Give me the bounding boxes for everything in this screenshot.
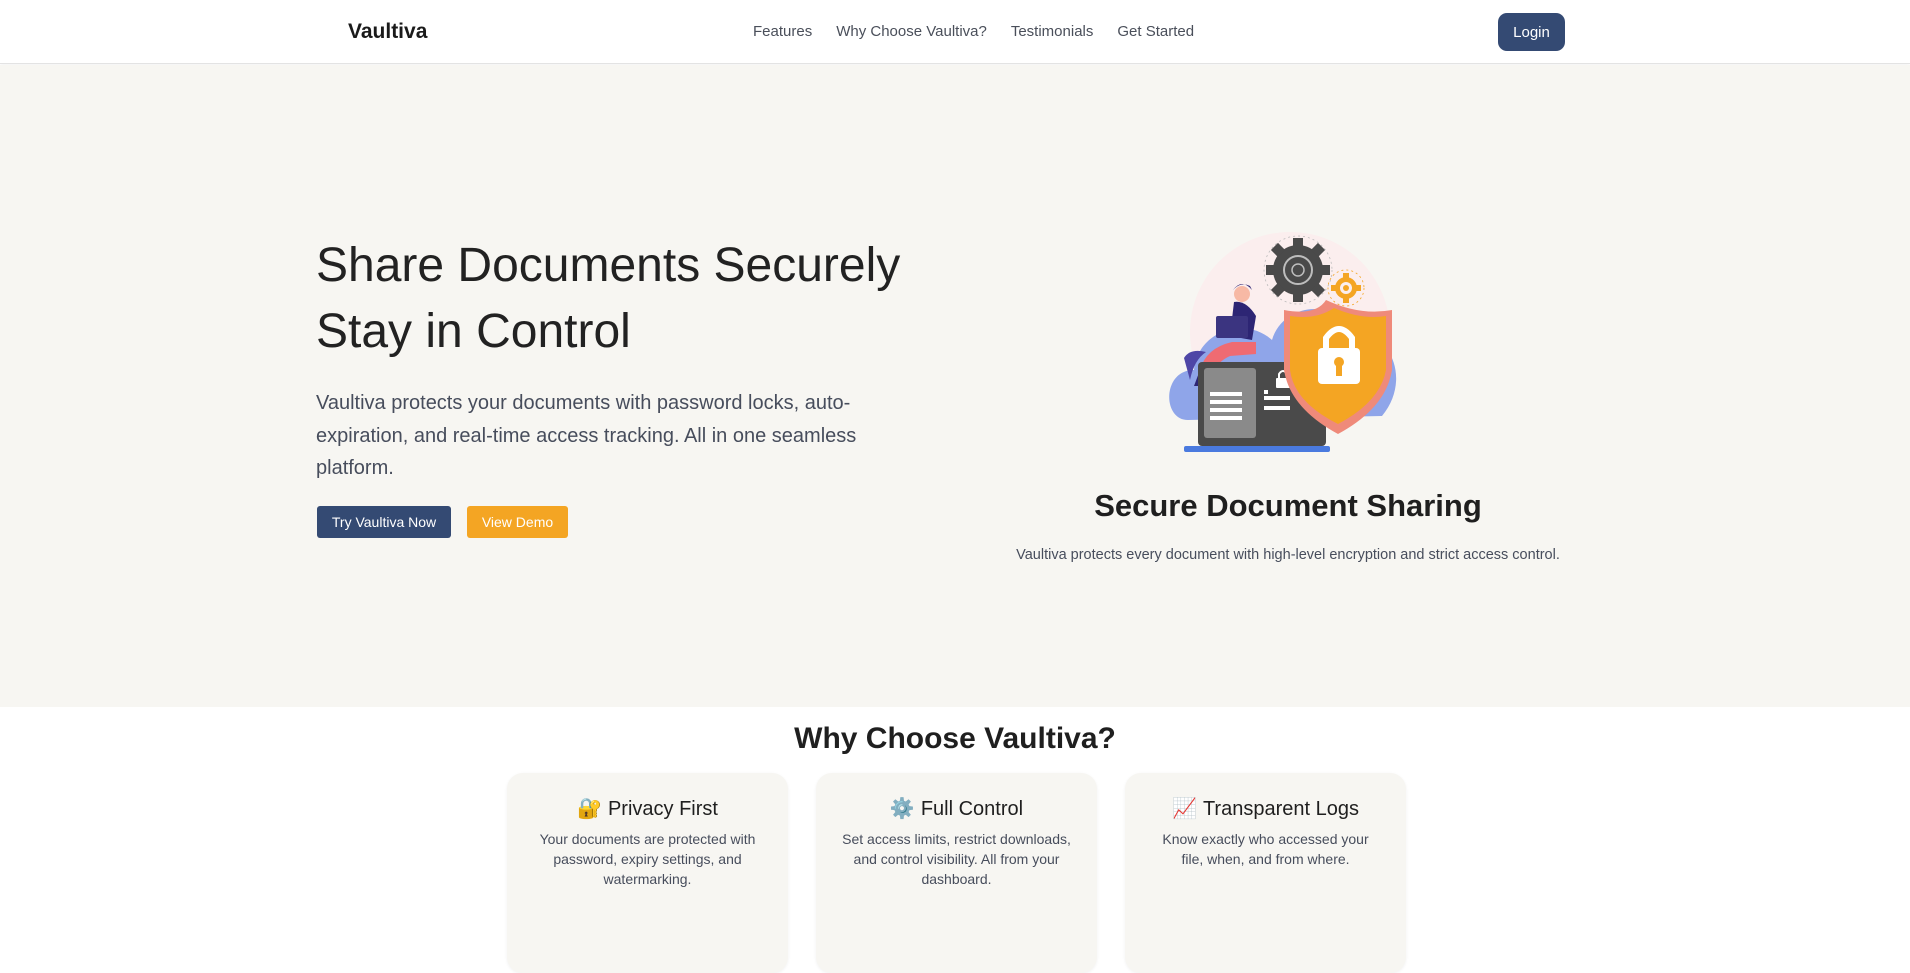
- gear-icon: ⚙️: [889, 798, 915, 820]
- feature-card-text: Your documents are protected with passwo…: [539, 831, 756, 887]
- feature-card-title-text: Full Control: [920, 798, 1024, 820]
- feature-card-title: 📈 Transparent Logs: [1125, 796, 1406, 821]
- lock-with-key-icon: 🔐: [577, 798, 602, 820]
- feature-card-control: ⚙️ Full Control Set access limits, restri…: [816, 773, 1097, 973]
- secure-cloud-illustration-icon: [1169, 232, 1397, 452]
- why-choose-title: Why Choose Vaultiva?: [794, 722, 1116, 755]
- feature-card-text: Set access limits, restrict downloads, a…: [842, 831, 1071, 887]
- hero-title-line-2: Stay in Control: [316, 305, 631, 358]
- brand-logo[interactable]: Vaultiva: [348, 20, 427, 44]
- hero-title-line-1: Share Documents Securely: [316, 239, 901, 292]
- view-demo-button[interactable]: View Demo: [467, 506, 568, 538]
- chart-increasing-icon: 📈: [1172, 798, 1197, 820]
- feature-card-title-text: Privacy First: [607, 798, 718, 820]
- navbar: Vaultiva Features Why Choose Vaultiva? T…: [0, 0, 1910, 64]
- feature-card-privacy: 🔐 Privacy First Your documents are protec…: [507, 773, 788, 973]
- nav-links: Features Why Choose Vaultiva? Testimonia…: [753, 23, 1194, 40]
- feature-card-text: Know exactly who accessed your file, whe…: [1162, 831, 1369, 867]
- feature-card-title-text: Transparent Logs: [1202, 798, 1359, 820]
- try-vaultiva-button[interactable]: Try Vaultiva Now: [317, 506, 451, 538]
- feature-card-title: ⚙️ Full Control: [816, 796, 1097, 821]
- showcase-title: Secure Document Sharing: [1094, 488, 1482, 523]
- hero-title: Share Documents Securely Stay in Control: [316, 233, 956, 365]
- hero-description: Vaultiva protects your documents with pa…: [316, 392, 857, 479]
- login-button[interactable]: Login: [1498, 13, 1565, 51]
- nav-link-features[interactable]: Features: [753, 23, 812, 40]
- feature-card-title: 🔐 Privacy First: [507, 796, 788, 821]
- nav-link-testimonials[interactable]: Testimonials: [1011, 23, 1094, 40]
- showcase-text: Vaultiva protects every document with hi…: [1016, 547, 1560, 563]
- nav-link-why-choose[interactable]: Why Choose Vaultiva?: [836, 23, 987, 40]
- feature-card-logs: 📈 Transparent Logs Know exactly who acces…: [1125, 773, 1406, 973]
- hero-section: Share Documents Securely Stay in Control…: [0, 65, 1910, 707]
- nav-link-get-started[interactable]: Get Started: [1117, 23, 1194, 40]
